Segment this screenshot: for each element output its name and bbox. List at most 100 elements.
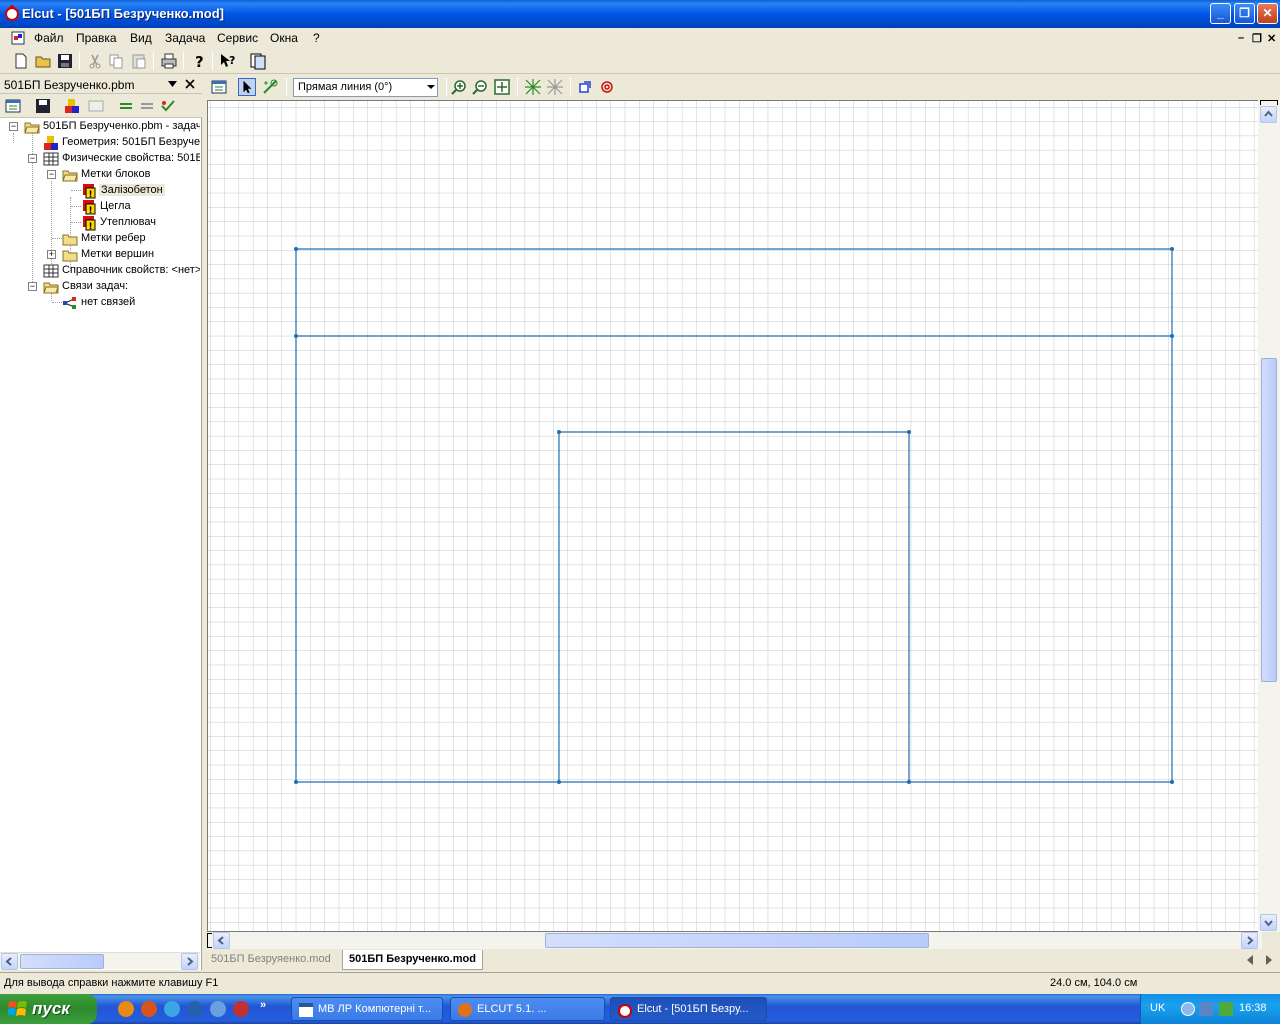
panel-close-icon[interactable] xyxy=(185,79,195,89)
scroll-thumb[interactable] xyxy=(545,933,929,948)
toolbar-separator xyxy=(570,78,571,96)
scroll-right-button[interactable] xyxy=(1241,932,1258,949)
more-icon[interactable]: » xyxy=(260,999,266,1011)
vertex[interactable] xyxy=(907,780,911,784)
scroll-left-button[interactable] xyxy=(213,932,230,949)
vertex[interactable] xyxy=(294,247,298,251)
document-icon[interactable] xyxy=(10,30,26,46)
select-pointer-icon[interactable] xyxy=(238,78,256,96)
new-file-icon[interactable] xyxy=(12,52,30,70)
canvas-vertical-scrollbar[interactable] xyxy=(1258,100,1280,932)
menu-view[interactable]: Вид xyxy=(130,31,152,45)
cut-icon[interactable] xyxy=(86,52,104,70)
task-elcut-browser[interactable]: ELCUT 5.1. ... xyxy=(450,997,605,1021)
tray-arrow-icon[interactable] xyxy=(1181,1002,1195,1016)
menu-task[interactable]: Задача xyxy=(165,31,205,45)
vertex[interactable] xyxy=(294,334,298,338)
tab-document-active[interactable]: 501БП Безрученко.mod xyxy=(342,950,483,970)
tab-scroll-left-icon[interactable] xyxy=(1246,955,1254,965)
copy-icon[interactable] xyxy=(107,52,125,70)
chevron-down-icon[interactable] xyxy=(168,81,177,87)
start-button[interactable]: пуск xyxy=(0,994,97,1024)
equal-icon[interactable] xyxy=(117,97,135,115)
media-player-icon[interactable] xyxy=(187,1001,203,1017)
model-canvas[interactable] xyxy=(207,100,1262,932)
collapse-toggle[interactable]: − xyxy=(9,122,18,131)
print-icon[interactable] xyxy=(160,52,178,70)
open-window-icon[interactable] xyxy=(4,97,22,115)
open-folder-icon[interactable] xyxy=(34,52,52,70)
open-window-icon[interactable] xyxy=(210,78,228,96)
mdi-minimize-icon[interactable]: – xyxy=(1238,32,1244,44)
restore-button[interactable]: ❐ xyxy=(1234,3,1255,24)
vertex[interactable] xyxy=(557,780,561,784)
collapse-toggle[interactable]: − xyxy=(28,154,37,163)
save-panel-icon[interactable] xyxy=(34,97,52,115)
remove-mesh-icon[interactable] xyxy=(546,78,564,96)
task-book-icon[interactable] xyxy=(249,52,267,70)
menu-help[interactable]: ? xyxy=(313,31,320,45)
tab-scroll-right-icon[interactable] xyxy=(1265,955,1273,965)
zoom-out-icon[interactable] xyxy=(471,78,489,96)
menu-edit[interactable]: Правка xyxy=(76,31,117,45)
geometry-icon[interactable] xyxy=(63,97,81,115)
vertex[interactable] xyxy=(1170,780,1174,784)
task-elcut-app[interactable]: Elcut - [501БП Безру... xyxy=(610,997,767,1021)
paste-icon[interactable] xyxy=(130,52,148,70)
antivirus-icon[interactable] xyxy=(1219,1002,1233,1016)
menu-service[interactable]: Сервис xyxy=(217,31,258,45)
save-icon[interactable] xyxy=(56,52,74,70)
help-icon[interactable]: ? xyxy=(190,52,208,70)
language-indicator[interactable]: UK xyxy=(1150,1002,1165,1014)
stop-icon[interactable] xyxy=(598,78,616,96)
show-desktop-icon[interactable] xyxy=(210,1001,226,1017)
zoom-in-icon[interactable] xyxy=(450,78,468,96)
menu-file[interactable]: Файл xyxy=(34,31,64,45)
move-icon[interactable] xyxy=(87,97,105,115)
menu-windows[interactable]: Окна xyxy=(270,31,298,45)
scroll-thumb[interactable] xyxy=(1261,358,1277,682)
split-box[interactable] xyxy=(1260,100,1278,105)
minimize-button[interactable]: _ xyxy=(1210,3,1231,24)
collapse-toggle[interactable]: − xyxy=(28,282,37,291)
line-type-dropdown[interactable]: Прямая линия (0°) xyxy=(293,78,438,97)
scroll-down-button[interactable] xyxy=(1260,914,1277,931)
scroll-up-button[interactable] xyxy=(1260,106,1277,123)
vertex[interactable] xyxy=(907,430,911,434)
task-document[interactable]: МВ ЛР Компютерні т... xyxy=(291,997,443,1021)
firefox-icon[interactable] xyxy=(141,1001,157,1017)
geometry-icon xyxy=(44,136,58,150)
link-icon[interactable] xyxy=(159,97,177,115)
build-mesh-icon[interactable] xyxy=(524,78,542,96)
scroll-left-button[interactable] xyxy=(1,953,18,970)
mdi-close-icon[interactable]: ✕ xyxy=(1267,32,1276,45)
collapse-toggle[interactable]: − xyxy=(47,170,56,179)
internet-explorer-icon[interactable] xyxy=(164,1001,180,1017)
butterfly-icon[interactable] xyxy=(118,1001,134,1017)
vertex[interactable] xyxy=(557,430,561,434)
close-button[interactable]: ✕ xyxy=(1257,3,1278,24)
geometry-drawing[interactable] xyxy=(208,101,1261,931)
title-bar[interactable]: Elcut - [501БП Безрученко.mod] _ ❐ ✕ xyxy=(0,0,1280,28)
unequal-icon[interactable] xyxy=(138,97,156,115)
vertex[interactable] xyxy=(1170,334,1174,338)
network-icon[interactable] xyxy=(1199,1002,1213,1016)
scroll-thumb[interactable] xyxy=(20,954,104,969)
opera-icon[interactable] xyxy=(233,1001,249,1017)
vertex[interactable] xyxy=(294,780,298,784)
expand-toggle[interactable]: + xyxy=(47,250,56,259)
svg-text:?: ? xyxy=(195,53,204,70)
mdi-restore-icon[interactable]: ❐ xyxy=(1252,32,1262,45)
vertex[interactable] xyxy=(1170,247,1174,251)
tab-document[interactable]: 501БП Безруяенко.mod xyxy=(205,950,337,970)
context-help-icon[interactable]: ? xyxy=(219,52,237,70)
split-box[interactable] xyxy=(207,933,212,948)
scroll-right-button[interactable] xyxy=(181,953,198,970)
canvas-horizontal-scrollbar[interactable] xyxy=(207,932,1262,949)
tree-horizontal-scrollbar[interactable] xyxy=(0,952,200,970)
zoom-fit-icon[interactable] xyxy=(493,78,511,96)
elcut-app-icon xyxy=(5,5,19,21)
toolbar-separator xyxy=(153,52,154,70)
insert-mode-icon[interactable] xyxy=(261,78,279,96)
copy-geometry-icon[interactable] xyxy=(577,78,595,96)
